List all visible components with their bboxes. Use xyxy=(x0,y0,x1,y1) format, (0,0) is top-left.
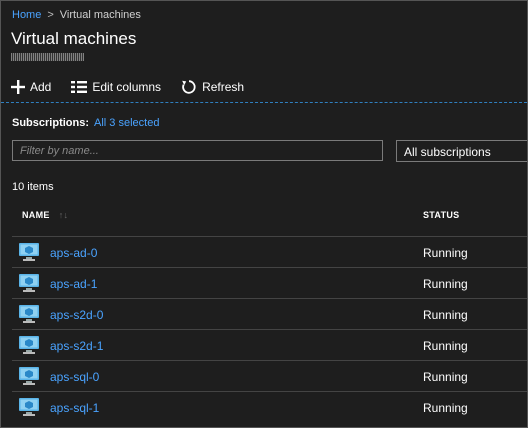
portal-blade: Home > Virtual machines Virtual machines A… xyxy=(0,0,528,428)
vm-status: Running xyxy=(423,277,468,291)
command-bar-divider xyxy=(1,102,527,103)
plus-icon xyxy=(11,80,25,94)
vm-name-link[interactable]: aps-ad-0 xyxy=(50,246,97,260)
page-title: Virtual machines xyxy=(11,29,137,48)
table-row[interactable]: aps-sql-0 Running xyxy=(12,360,527,391)
table-row[interactable]: aps-s2d-1 Running xyxy=(12,329,527,360)
virtual-machine-icon xyxy=(19,274,39,297)
edit-columns-button-label: Edit columns xyxy=(92,80,162,94)
table-row[interactable]: aps-s2d-0 Running xyxy=(12,298,527,329)
breadcrumb-separator: > xyxy=(47,9,54,21)
subscriptions-label: Subscriptions: xyxy=(12,117,90,129)
subscriptions-link[interactable]: All 3 selected xyxy=(94,117,159,129)
table-row[interactable]: aps-ad-0 Running xyxy=(12,236,527,267)
virtual-machine-icon xyxy=(19,336,39,359)
vm-list: aps-ad-0 Running aps-ad-1 Running aps-s2… xyxy=(12,236,527,422)
vm-name-link[interactable]: aps-sql-1 xyxy=(50,401,99,415)
subscription-dropdown[interactable]: All subscriptions xyxy=(396,140,527,162)
vm-name-link[interactable]: aps-ad-1 xyxy=(50,277,97,291)
refresh-button[interactable]: Refresh xyxy=(181,79,244,95)
column-header-name-label: NAME xyxy=(22,210,50,220)
sort-icon[interactable]: ↑↓ xyxy=(59,210,69,220)
filter-by-name-input[interactable] xyxy=(12,140,383,161)
edit-columns-button[interactable]: Edit columns xyxy=(71,80,161,94)
add-button[interactable]: Add xyxy=(11,80,51,94)
virtual-machine-icon xyxy=(19,305,39,328)
item-count: 10 items xyxy=(12,181,54,193)
vm-status: Running xyxy=(423,401,468,415)
virtual-machine-icon xyxy=(19,367,39,390)
breadcrumb-current: Virtual machines xyxy=(59,9,141,21)
virtual-machine-icon xyxy=(19,398,39,421)
vm-status: Running xyxy=(423,339,468,353)
subscriptions-filter: Subscriptions: All 3 selected xyxy=(12,117,159,129)
breadcrumb-home-link[interactable]: Home xyxy=(12,9,41,21)
column-header-status-label: STATUS xyxy=(423,210,460,220)
column-header-name[interactable]: NAME ↑↓ xyxy=(22,210,68,220)
vm-status: Running xyxy=(423,246,468,260)
column-header-status[interactable]: STATUS xyxy=(423,210,459,220)
vm-name-link[interactable]: aps-sql-0 xyxy=(50,370,99,384)
table-row[interactable]: aps-sql-1 Running xyxy=(12,391,527,422)
vm-name-link[interactable]: aps-s2d-0 xyxy=(50,308,103,322)
breadcrumb: Home > Virtual machines xyxy=(12,9,141,21)
vm-status: Running xyxy=(423,308,468,322)
virtual-machine-icon xyxy=(19,243,39,266)
refresh-icon xyxy=(181,79,197,95)
vm-status: Running xyxy=(423,370,468,384)
redacted-subtitle xyxy=(11,53,84,61)
table-row[interactable]: aps-ad-1 Running xyxy=(12,267,527,298)
refresh-button-label: Refresh xyxy=(202,80,245,94)
add-button-label: Add xyxy=(30,80,52,94)
columns-icon xyxy=(71,81,88,93)
vm-name-link[interactable]: aps-s2d-1 xyxy=(50,339,103,353)
command-bar: Add Edit columns Refresh xyxy=(11,78,264,96)
